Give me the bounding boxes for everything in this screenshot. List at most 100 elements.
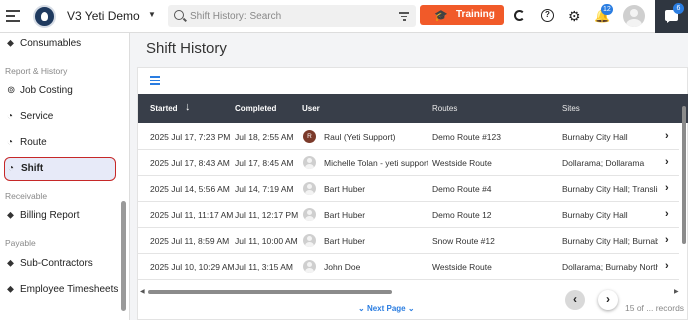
cell-completed: Jul 11, 10:00 AM: [235, 236, 298, 246]
help-icon[interactable]: ?: [541, 9, 554, 22]
user-avatar[interactable]: [623, 5, 645, 27]
scroll-right-icon[interactable]: ▶: [674, 288, 679, 295]
sidebar-item-label: Shift: [21, 163, 44, 174]
next-page-link[interactable]: ⌄ Next Page ⌄: [358, 304, 415, 313]
avatar: [303, 234, 316, 247]
shift-history-card: Started ↓ Completed User Routes Sites 20…: [137, 67, 688, 320]
table-row[interactable]: 2025 Jul 14, 5:56 AM Jul 14, 7:19 AM Bar…: [138, 176, 679, 202]
refresh-icon[interactable]: [514, 10, 525, 21]
section-receivable: Receivable: [5, 191, 48, 201]
table-row[interactable]: 2025 Jul 10, 10:29 AM Jul 11, 3:15 AM Jo…: [138, 254, 679, 280]
sidebar-item-label: Employee Timesheets: [20, 284, 119, 295]
section-payable: Payable: [5, 238, 36, 248]
cell-routes: Snow Route #12: [432, 236, 495, 246]
cell-started: 2025 Jul 11, 11:17 AM: [150, 210, 234, 220]
sidebar-item-employee-timesheets[interactable]: ⬥ Employee Timesheets: [4, 279, 119, 301]
cell-sites: Burnaby City Hall; Burnaby: [562, 236, 658, 246]
training-button[interactable]: 🎓 Training: [420, 5, 504, 25]
sidebar-item-label: Job Costing: [20, 85, 73, 96]
cell-routes: Westside Route: [432, 158, 492, 168]
avatar: [303, 182, 316, 195]
timesheets-icon: ⬥: [7, 284, 14, 295]
training-label: Training: [456, 9, 495, 20]
sidebar-item-job-costing[interactable]: ⊚ Job Costing: [4, 80, 116, 102]
cell-user: Bart Huber: [324, 210, 366, 220]
sidebar-item-label: Billing Report: [20, 210, 80, 221]
menu-toggle-icon[interactable]: [6, 10, 20, 22]
avatar: [303, 156, 316, 169]
cell-completed: Jul 11, 3:15 AM: [235, 262, 293, 272]
sidebar-item-consumables[interactable]: ⬥ Consumables: [4, 33, 116, 55]
cell-started: 2025 Jul 10, 10:29 AM: [150, 262, 235, 272]
table-row[interactable]: 2025 Jul 17, 7:23 PM Jul 18, 2:55 AM R R…: [138, 124, 679, 150]
service-icon: ◔: [7, 111, 14, 122]
app-title[interactable]: V3 Yeti Demo: [67, 9, 140, 23]
search-icon: [174, 10, 184, 20]
cell-sites: Burnaby City Hall: [562, 210, 628, 220]
chevron-right-icon[interactable]: ›: [665, 182, 669, 194]
shift-icon: ◔: [8, 163, 15, 174]
cell-routes: Westside Route: [432, 262, 492, 272]
section-report-history: Report & History: [5, 66, 68, 76]
cell-user: Raul (Yeti Support): [324, 132, 396, 142]
scrollbar-thumb[interactable]: [148, 290, 392, 294]
filter-icon[interactable]: [399, 12, 409, 21]
chevron-down-icon: ⌄: [358, 304, 365, 313]
scroll-left-icon[interactable]: ◀: [140, 288, 145, 295]
table-row[interactable]: 2025 Jul 17, 8:43 AM Jul 17, 8:45 AM Mic…: [138, 150, 679, 176]
chat-badge: 6: [673, 3, 684, 14]
graduation-cap-icon: 🎓: [434, 10, 448, 22]
table-row[interactable]: 2025 Jul 11, 11:17 AM Jul 11, 12:17 PM B…: [138, 202, 679, 228]
cell-completed: Jul 18, 2:55 AM: [235, 132, 294, 142]
sidebar-item-service[interactable]: ◔ Service: [4, 106, 116, 128]
next-page-button[interactable]: ›: [598, 290, 618, 310]
records-count: 15 of ... records: [625, 303, 685, 313]
job-costing-icon: ⊚: [7, 85, 16, 96]
sidebar-item-sub-contractors[interactable]: ⬥ Sub-Contractors: [4, 253, 116, 275]
cell-started: 2025 Jul 11, 8:59 AM: [150, 236, 230, 246]
cell-user: John Doe: [324, 262, 361, 272]
search-input[interactable]: [190, 8, 385, 24]
gear-icon[interactable]: ⚙: [568, 9, 581, 23]
table-vertical-scrollbar[interactable]: [681, 102, 687, 278]
cell-sites: Dollarama; Burnaby North S: [562, 262, 658, 272]
table-header: Started ↓ Completed User Routes Sites: [138, 94, 688, 123]
cell-sites: Burnaby City Hall: [562, 132, 628, 142]
sort-desc-icon[interactable]: ↓: [185, 102, 191, 113]
chevron-right-icon[interactable]: ›: [665, 156, 669, 168]
chevron-right-icon[interactable]: ›: [665, 130, 669, 142]
cell-started: 2025 Jul 17, 8:43 AM: [150, 158, 230, 168]
cell-completed: Jul 17, 8:45 AM: [235, 158, 294, 168]
column-user[interactable]: User: [302, 104, 320, 113]
table-row[interactable]: 2025 Jul 11, 8:59 AM Jul 11, 10:00 AM Ba…: [138, 228, 679, 254]
consumables-icon: ⬥: [7, 38, 14, 49]
cell-user: Bart Huber: [324, 236, 366, 246]
page-title: Shift History: [146, 40, 227, 57]
sidebar-item-billing-report[interactable]: ⬥ Billing Report: [4, 205, 116, 227]
scrollbar-thumb[interactable]: [682, 106, 686, 244]
chevron-right-icon[interactable]: ›: [665, 234, 669, 246]
next-page-label: Next Page: [366, 304, 406, 313]
sidebar-item-shift[interactable]: ◔ Shift: [4, 157, 116, 181]
column-routes[interactable]: Routes: [432, 104, 457, 113]
search-bar: [168, 5, 416, 27]
cell-started: 2025 Jul 17, 7:23 PM: [150, 132, 231, 142]
cell-user: Bart Huber: [324, 184, 366, 194]
column-sites[interactable]: Sites: [562, 104, 580, 113]
cell-sites: Burnaby City Hall; Translink: [562, 184, 658, 194]
route-icon: ◔: [7, 137, 14, 148]
chevron-right-icon[interactable]: ›: [665, 208, 669, 220]
column-started[interactable]: Started: [150, 104, 178, 113]
previous-page-button[interactable]: ‹: [565, 290, 585, 310]
chevron-right-icon[interactable]: ›: [665, 260, 669, 272]
sidebar: ⬥ Consumables Report & History ⊚ Job Cos…: [0, 33, 130, 320]
cell-routes: Demo Route #4: [432, 184, 492, 194]
chevron-down-icon: ⌄: [407, 304, 415, 313]
table-view-icon[interactable]: [150, 76, 160, 85]
column-completed[interactable]: Completed: [235, 104, 276, 113]
cell-user: Michelle Tolan - yeti support: [324, 158, 428, 168]
cell-started: 2025 Jul 14, 5:56 AM: [150, 184, 230, 194]
sidebar-item-route[interactable]: ◔ Route: [4, 132, 116, 154]
sidebar-scrollbar[interactable]: [121, 201, 126, 311]
chevron-down-icon[interactable]: ▼: [148, 10, 156, 19]
